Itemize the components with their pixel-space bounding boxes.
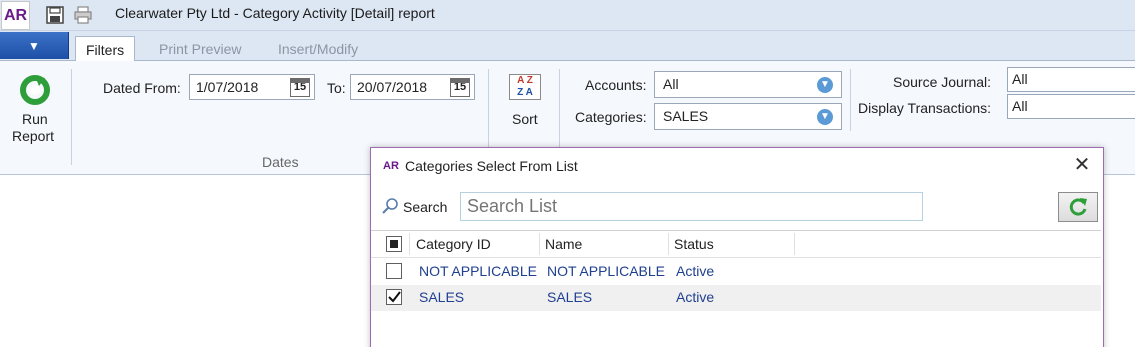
dated-from-field[interactable]: 1/07/2018 15 bbox=[189, 74, 315, 100]
categories-label: Categories: bbox=[575, 109, 647, 125]
column-separator bbox=[409, 233, 410, 255]
category-id-cell: SALES bbox=[419, 289, 465, 305]
select-all-checkbox[interactable] bbox=[386, 236, 402, 252]
search-icon bbox=[382, 198, 398, 214]
save-icon[interactable] bbox=[46, 6, 64, 24]
dialog-title: Categories Select From List bbox=[405, 158, 578, 174]
window-title: Clearwater Pty Ltd - Category Activity [… bbox=[115, 5, 435, 21]
refresh-icon bbox=[1069, 198, 1087, 216]
tab-print-preview[interactable]: Print Preview bbox=[149, 36, 251, 61]
ribbon-tab-row: ▼ Filters Print Preview Insert/Modify bbox=[0, 31, 1135, 62]
ribbon-separator bbox=[71, 69, 72, 165]
dates-group-label: Dates bbox=[262, 154, 299, 170]
sort-button[interactable]: A Z Z A Sort bbox=[500, 71, 550, 131]
grid-header: Category ID Name Status bbox=[371, 231, 1101, 258]
dialog-app-logo: AR bbox=[383, 160, 399, 172]
table-row[interactable]: SALES SALES Active bbox=[371, 285, 1101, 311]
display-transactions-field[interactable]: All bbox=[1007, 94, 1135, 119]
category-id-cell: NOT APPLICABLE bbox=[419, 263, 538, 279]
tab-filters[interactable]: Filters bbox=[75, 36, 136, 62]
column-header-name[interactable]: Name bbox=[545, 236, 582, 252]
sort-label: Sort bbox=[512, 111, 538, 127]
search-label: Search bbox=[403, 199, 448, 215]
name-cell: NOT APPLICABLE bbox=[547, 263, 666, 279]
to-date-field[interactable]: 20/07/2018 15 bbox=[350, 74, 475, 100]
categories-value: SALES bbox=[663, 108, 709, 124]
calendar-icon[interactable]: 15 bbox=[290, 78, 310, 97]
status-cell: Active bbox=[676, 263, 715, 279]
categories-grid: Category ID Name Status NOT APPLICABLE N… bbox=[371, 230, 1101, 347]
sort-icon-bottom: Z A bbox=[517, 87, 533, 98]
table-row[interactable]: NOT APPLICABLE NOT APPLICABLE Active bbox=[371, 259, 1101, 285]
dated-from-value: 1/07/2018 bbox=[196, 79, 259, 95]
tab-insert-modify[interactable]: Insert/Modify bbox=[268, 36, 368, 61]
run-report-label-line1: Run bbox=[22, 111, 48, 127]
title-bar: AR Clearwater Pty Ltd - Category Activit… bbox=[0, 0, 1135, 31]
column-separator bbox=[794, 233, 795, 255]
checkmark-icon bbox=[388, 291, 401, 303]
name-cell: SALES bbox=[547, 289, 593, 305]
run-report-label-line2: Report bbox=[12, 128, 55, 144]
close-icon[interactable]: ✕ bbox=[1071, 155, 1093, 177]
calendar-icon[interactable]: 15 bbox=[450, 78, 470, 97]
column-header-status[interactable]: Status bbox=[674, 236, 714, 252]
accounts-select[interactable]: All ▼ bbox=[654, 71, 842, 98]
run-report-button[interactable]: Run Report bbox=[6, 69, 64, 149]
app-menu-button[interactable]: ▼ bbox=[0, 32, 69, 59]
to-date-value: 20/07/2018 bbox=[357, 79, 428, 95]
chevron-down-icon: ▼ bbox=[28, 38, 40, 53]
app-logo[interactable]: AR bbox=[1, 1, 30, 30]
source-journal-label: Source Journal: bbox=[893, 74, 992, 90]
run-report-icon bbox=[20, 75, 50, 105]
source-journal-field[interactable]: All bbox=[1007, 67, 1135, 92]
chevron-down-icon[interactable]: ▼ bbox=[817, 77, 833, 93]
status-cell: Active bbox=[676, 289, 715, 305]
sort-az-icon: A Z Z A bbox=[509, 74, 541, 100]
accounts-label: Accounts: bbox=[585, 77, 647, 93]
column-separator bbox=[668, 233, 669, 255]
print-icon[interactable] bbox=[74, 6, 92, 24]
ribbon-separator bbox=[850, 69, 851, 131]
chevron-down-icon[interactable]: ▼ bbox=[817, 109, 833, 125]
sort-icon-top: A Z bbox=[517, 75, 533, 86]
column-header-category-id[interactable]: Category ID bbox=[416, 236, 491, 252]
column-separator bbox=[539, 233, 540, 255]
display-transactions-label: Display Transactions: bbox=[858, 100, 992, 116]
to-date-label: To: bbox=[327, 80, 346, 96]
search-input[interactable] bbox=[460, 192, 923, 221]
categories-select[interactable]: SALES ▼ bbox=[654, 103, 842, 130]
row-checkbox[interactable] bbox=[386, 289, 402, 305]
refresh-button[interactable] bbox=[1058, 192, 1098, 222]
dated-from-label: Dated From: bbox=[103, 80, 181, 96]
row-checkbox[interactable] bbox=[386, 263, 402, 279]
categories-select-dialog: AR Categories Select From List ✕ Search … bbox=[370, 147, 1104, 347]
accounts-value: All bbox=[663, 76, 679, 92]
